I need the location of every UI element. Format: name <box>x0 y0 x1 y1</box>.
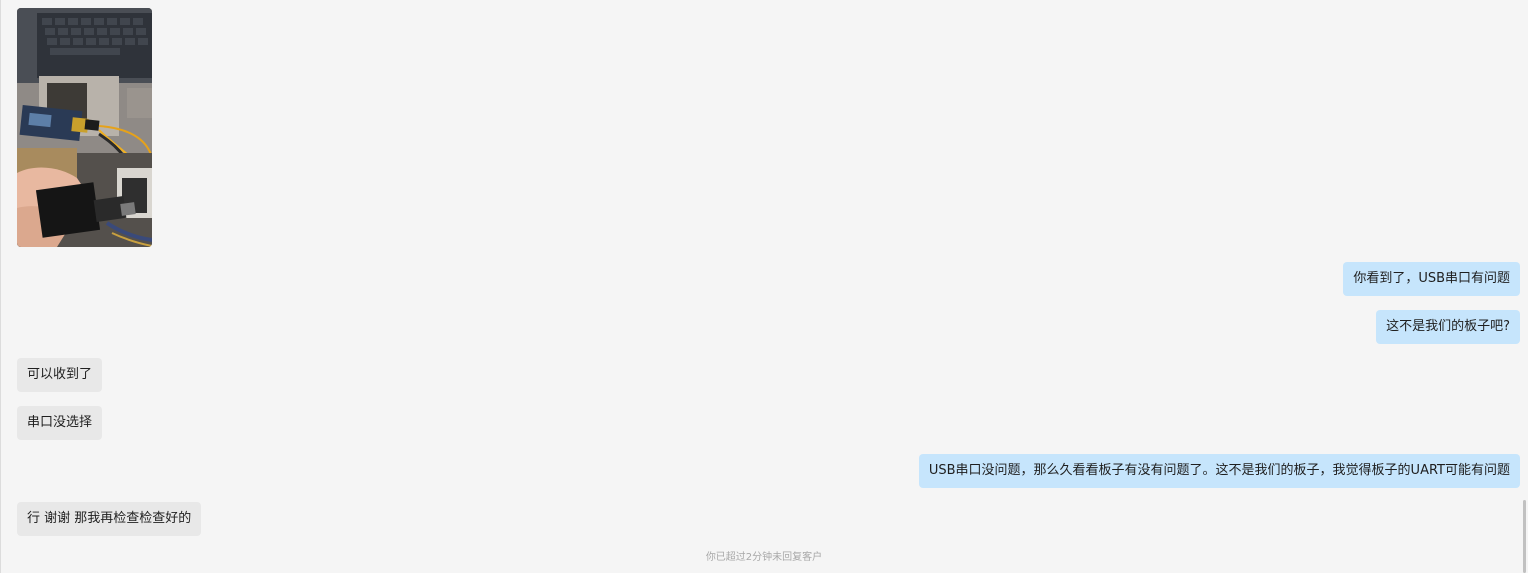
message-bubble-incoming[interactable]: 行 谢谢 那我再检查检查好的 <box>17 502 202 536</box>
image-message[interactable] <box>17 8 152 247</box>
message-bubble-outgoing[interactable]: 这不是我们的板子吧? <box>1376 310 1520 344</box>
scrollbar-thumb[interactable] <box>1523 500 1526 573</box>
message-bubble-outgoing[interactable]: 你看到了，USB串口有问题 <box>1343 262 1520 296</box>
chat-message-list[interactable]: 你看到了，USB串口有问题 这不是我们的板子吧? 可以收到了 串口没选择 USB… <box>0 0 1528 573</box>
message-bubble-incoming[interactable]: 串口没选择 <box>17 406 103 440</box>
photo-usb-serial-adapter <box>17 8 152 247</box>
message-bubble-outgoing[interactable]: USB串口没问题，那么久看看板子有没有问题了。这不是我们的板子，我觉得板子的UA… <box>918 454 1520 488</box>
system-notice: 你已超过2分钟未回复客户 <box>705 552 823 563</box>
message-bubble-incoming[interactable]: 可以收到了 <box>17 358 103 392</box>
